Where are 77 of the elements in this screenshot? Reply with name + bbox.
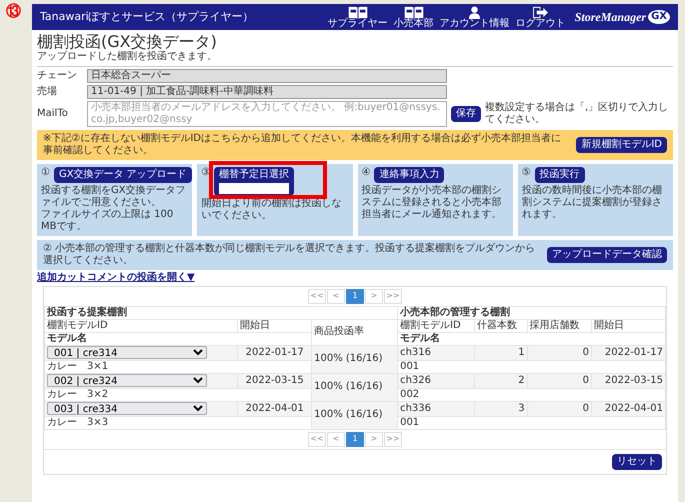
table-cell: 2022-04-01: [592, 401, 666, 416]
new-model-button[interactable]: 新規棚割モデルID: [576, 136, 667, 153]
nav-link[interactable]: 小売本部: [390, 6, 437, 28]
readonly-field: 日本総合スーパー: [87, 69, 447, 84]
table-cell: 2: [474, 373, 528, 388]
app-title: Tanawariぽすとサービス（サプライヤー）: [40, 10, 255, 24]
step-number: ④: [362, 166, 370, 179]
column-header: 開始日: [238, 319, 312, 332]
nav-link[interactable]: サプライヤー: [324, 6, 391, 28]
dropdown[interactable]: 002 | cre324: [47, 374, 207, 387]
nav-link[interactable]: アカウント情報: [436, 6, 513, 28]
person-icon: [468, 6, 482, 18]
toggle-link[interactable]: 追加カットコメントの投函を開く▼: [37, 272, 195, 284]
column-header: 商品投函率: [312, 319, 398, 346]
confirm-button[interactable]: アップロードデータ確認: [547, 246, 667, 263]
table-cell: 100% (16/16): [312, 373, 398, 402]
table-cell: カレー 3×1: [44, 360, 312, 374]
date-field[interactable]: [219, 182, 290, 194]
info-text: ② 小売本部の管理する棚割と什器本数が同じ棚割モデルを選択できます。投函する提案棚割をプルダウンから選択してください。: [43, 242, 536, 267]
column-header: 開始日: [592, 319, 666, 332]
table-cell: 001: [398, 360, 666, 374]
table-cell: カレー 3×2: [44, 388, 312, 402]
dropdown[interactable]: 003 | cre334: [47, 402, 207, 415]
table-cell: 2022-03-15: [592, 373, 666, 388]
table-cell: 1: [474, 345, 528, 360]
readonly-field: 11-01-49 | 加工食品-調味料-中華調味料: [87, 85, 447, 100]
table-cell: カレー 3×3: [44, 416, 312, 430]
table-cell: 100% (16/16): [312, 401, 398, 430]
hint-text: 複数設定する場合は「,」区切りで入力してください。: [485, 102, 670, 126]
table-cell: 002: [398, 388, 666, 402]
page-button[interactable]: 1: [346, 288, 364, 304]
table-cell: 2022-04-01: [238, 401, 312, 416]
annotation-number: ⑬: [6, 2, 21, 20]
step-description: 投函データが小売本部の棚割システムに登録されると小売本部担当者にメール通知されます。: [362, 184, 502, 221]
table-cell: 0: [527, 345, 592, 360]
notice-text: ※下記②に存在しない棚割モデルIDはこちらから追加してください。本機能を利用する場合は必ず小売本部担当者に事前確認してください。: [43, 132, 562, 157]
reset-button[interactable]: リセット: [612, 454, 662, 470]
page-title: 棚割投函(GX交換データ): [37, 32, 218, 51]
step-button[interactable]: 連絡事項入力: [374, 166, 444, 183]
step-button[interactable]: 投函実行: [534, 166, 585, 183]
step-number: ①: [41, 166, 50, 179]
table-cell: 0: [527, 373, 592, 388]
step-description: ファイルサイズの上限は 100 MBです。: [41, 208, 174, 233]
table-cell: 3: [474, 401, 528, 416]
column-header: モデル名: [44, 332, 312, 346]
column-header: 什器本数: [474, 319, 528, 332]
column-header: 採用店舗数: [527, 319, 592, 332]
logout-icon: [532, 6, 550, 18]
table-cell: 2022-01-17: [592, 345, 666, 360]
table-cell: 2022-01-17: [238, 345, 312, 360]
save-button[interactable]: 保存: [451, 106, 481, 122]
nav-link[interactable]: ログアウト: [512, 6, 569, 28]
step-description: 投函の数時間後に小売本部の棚割システムに提案棚割が登録されます。: [522, 184, 663, 221]
table-cell: ch316: [398, 345, 474, 360]
step-button[interactable]: GX交換データ アップロード: [54, 166, 192, 183]
group-header: 投函する提案棚割: [44, 306, 398, 320]
field-label: チェーン: [37, 70, 78, 82]
table-cell: 0: [527, 401, 592, 416]
table-cell: ch336: [398, 401, 474, 416]
column-header: 棚割モデルID: [44, 319, 238, 332]
page-button[interactable]: 1: [346, 432, 364, 447]
step-description: 投函する棚割をGX交換データファイルでご用意ください。: [41, 184, 187, 208]
table-cell: ch326: [398, 373, 474, 388]
column-header: モデル名: [398, 332, 666, 346]
logo: StoreManager: [574, 10, 646, 24]
page-subtitle: アップロードした棚割を投函できます。: [37, 51, 218, 64]
logo-badge: GX: [648, 10, 670, 24]
table-cell: 100% (16/16): [312, 345, 398, 374]
column-header: 棚割モデルID: [398, 319, 474, 332]
field-label: 売場: [37, 86, 58, 98]
table-cell: 001: [398, 416, 666, 430]
group-header: 小売本部の管理する棚割: [398, 306, 666, 320]
step-number: ⑤: [522, 166, 531, 179]
dropdown[interactable]: 001 | cre314: [47, 346, 207, 359]
table-cell: 2022-03-15: [238, 373, 312, 388]
field-label: MailTo: [37, 108, 69, 120]
step-button[interactable]: 棚替予定日選択: [214, 166, 294, 196]
